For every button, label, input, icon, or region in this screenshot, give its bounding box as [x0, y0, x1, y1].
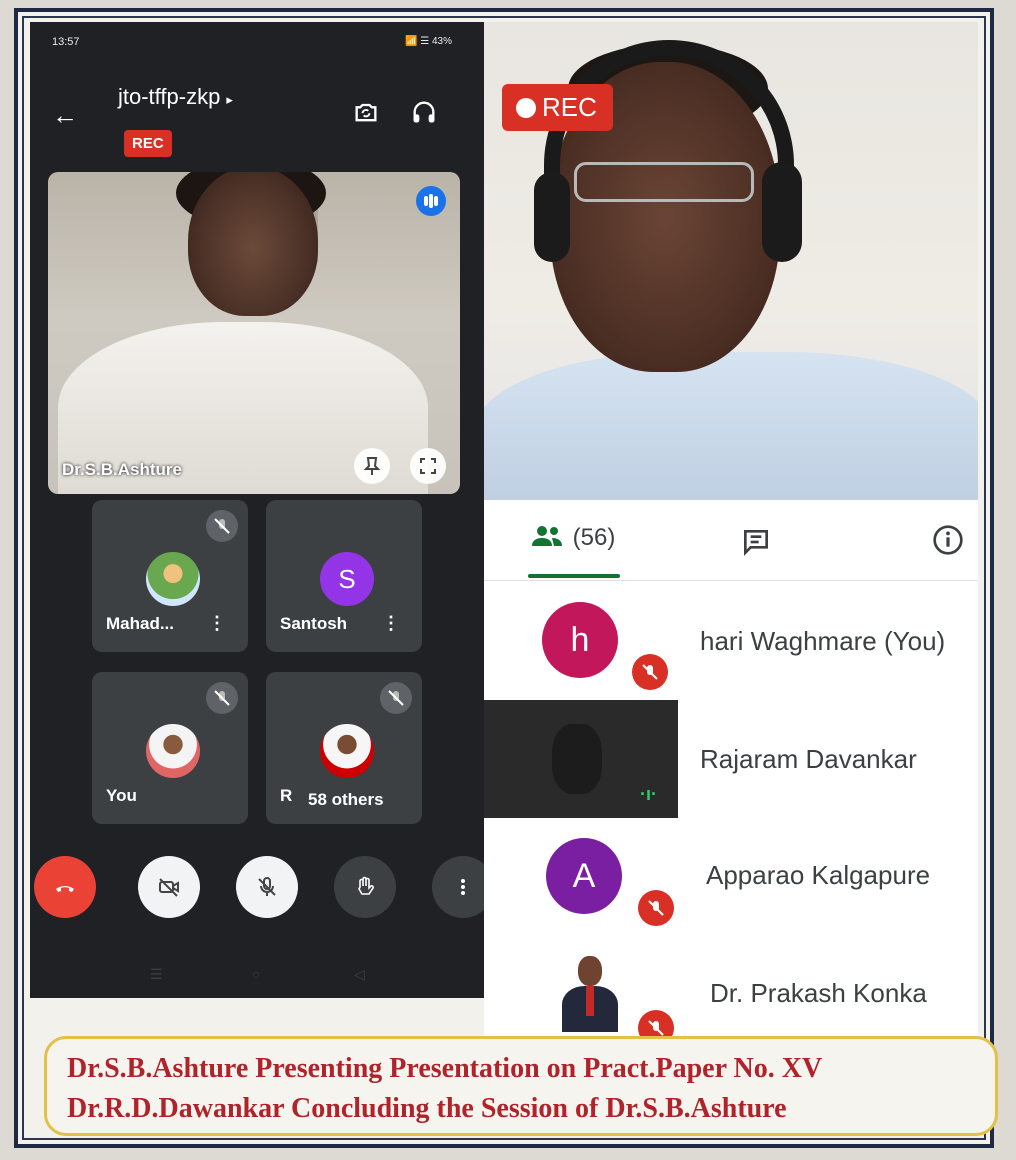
meeting-code[interactable]: jto-tffp-zkp ▸ — [118, 84, 233, 110]
status-time: 13:57 — [52, 36, 80, 48]
nav-back-icon[interactable]: ◁ — [354, 966, 365, 983]
info-icon[interactable] — [932, 524, 964, 556]
fullscreen-icon[interactable] — [410, 448, 446, 484]
avatar: h — [542, 602, 618, 678]
participant-tile[interactable]: S Santosh ⋮ — [266, 500, 422, 652]
participant-tile[interactable]: You — [92, 672, 248, 824]
avatar: A — [546, 838, 622, 914]
participant-row[interactable]: A Apparao Kalgapure — [484, 818, 978, 936]
main-video-tile[interactable]: Dr.S.B.Ashture — [48, 172, 460, 494]
participant-name: Santosh — [280, 614, 348, 633]
headphones-cup-left — [534, 172, 570, 262]
presenter-face — [188, 172, 318, 316]
speaker-glasses — [574, 162, 754, 202]
mic-off-icon — [258, 877, 276, 896]
pin-icon[interactable] — [354, 448, 390, 484]
avatar — [320, 724, 374, 778]
participant-video-thumb: ·ı· — [484, 700, 678, 818]
headphones-icon[interactable] — [410, 98, 438, 126]
status-indicators: 📶 ☰ 43% — [405, 36, 452, 47]
mic-toggle-button[interactable] — [236, 856, 298, 918]
presenter-video: REC — [484, 22, 978, 500]
camera-off-icon — [159, 878, 179, 897]
panel-tabs: (56) — [484, 500, 978, 581]
tab-people[interactable]: (56) — [530, 524, 615, 552]
end-call-button[interactable] — [34, 856, 96, 918]
participant-tile[interactable]: Mahad... ⋮ — [92, 500, 248, 652]
mic-off-icon — [206, 682, 238, 714]
avatar-letter: S — [338, 564, 356, 594]
record-dot-icon — [516, 98, 536, 118]
switch-camera-icon[interactable] — [352, 98, 380, 126]
avatar — [146, 724, 200, 778]
avatar — [562, 956, 618, 1032]
participant-avatar-area: h — [484, 582, 678, 700]
participant-name: hari Waghmare (You) — [700, 626, 946, 656]
participant-name: Dr. Prakash Konka — [710, 978, 927, 1008]
meeting-code-text: jto-tffp-zkp — [118, 84, 221, 109]
participant-name: R — [280, 786, 293, 805]
mic-off-icon — [638, 890, 674, 926]
avatar — [146, 552, 200, 606]
caption-line-2: Dr.R.D.Dawankar Concluding the Session o… — [67, 1093, 787, 1124]
hand-icon — [358, 876, 374, 895]
nav-recent-icon[interactable]: ☰ — [150, 966, 163, 983]
participant-avatar-area — [484, 936, 678, 1046]
more-vert-icon[interactable]: ⋮ — [382, 613, 400, 634]
mic-off-icon — [380, 682, 412, 714]
participant-tile[interactable]: R 58 others — [266, 672, 422, 824]
more-vert-icon — [461, 879, 465, 895]
more-options-button[interactable] — [432, 856, 492, 918]
participants-panel: (56) h hari Waghmare (You) ·ı· Rajaram D… — [484, 500, 978, 1046]
participant-name: Rajaram Davankar — [700, 744, 917, 774]
headphones-cup-right — [762, 162, 802, 262]
avatar: S — [320, 552, 374, 606]
speaking-indicator-icon — [416, 186, 446, 216]
participant-avatar-area: A — [484, 818, 678, 936]
caption-box: Dr.S.B.Ashture Presenting Presentation o… — [44, 1036, 998, 1136]
others-count[interactable]: 58 others — [304, 788, 388, 812]
more-vert-icon[interactable]: ⋮ — [208, 613, 226, 634]
camera-toggle-button[interactable] — [138, 856, 200, 918]
back-arrow-icon[interactable]: ← — [52, 100, 78, 131]
people-count: (56) — [572, 524, 616, 551]
mic-off-icon — [206, 510, 238, 542]
participant-row[interactable]: h hari Waghmare (You) — [484, 582, 978, 700]
avatar-letter: A — [572, 857, 596, 895]
chat-icon[interactable] — [740, 526, 772, 558]
rec-indicator: REC — [502, 84, 613, 131]
participant-name: Mahad... — [106, 614, 175, 633]
participant-row[interactable]: ·ı· Rajaram Davankar — [484, 700, 978, 818]
rec-badge: REC — [124, 130, 172, 157]
rec-label: REC — [542, 92, 597, 122]
mic-off-icon — [632, 654, 668, 690]
phone-meet-screen: 13:57 📶 ☰ 43% ← jto-tffp-zkp ▸ REC Dr.S.B… — [30, 22, 492, 998]
participant-name: Apparao Kalgapure — [706, 860, 931, 890]
raise-hand-button[interactable] — [334, 856, 396, 918]
end-call-icon — [56, 886, 74, 892]
chevron-right-icon: ▸ — [226, 92, 233, 107]
nav-home-icon[interactable]: ○ — [252, 966, 260, 982]
participant-silhouette — [552, 724, 602, 794]
speaker-shirt — [484, 352, 978, 500]
main-tile-name: Dr.S.B.Ashture — [62, 460, 182, 479]
speaking-indicator-icon: ·ı· — [640, 784, 657, 804]
participant-name: You — [106, 786, 137, 805]
avatar-letter: h — [570, 621, 590, 659]
caption-line-1: Dr.S.B.Ashture Presenting Presentation o… — [67, 1053, 823, 1084]
participant-row[interactable]: Dr. Prakash Konka — [484, 936, 978, 1046]
people-icon — [532, 526, 562, 546]
active-tab-indicator — [528, 574, 620, 578]
